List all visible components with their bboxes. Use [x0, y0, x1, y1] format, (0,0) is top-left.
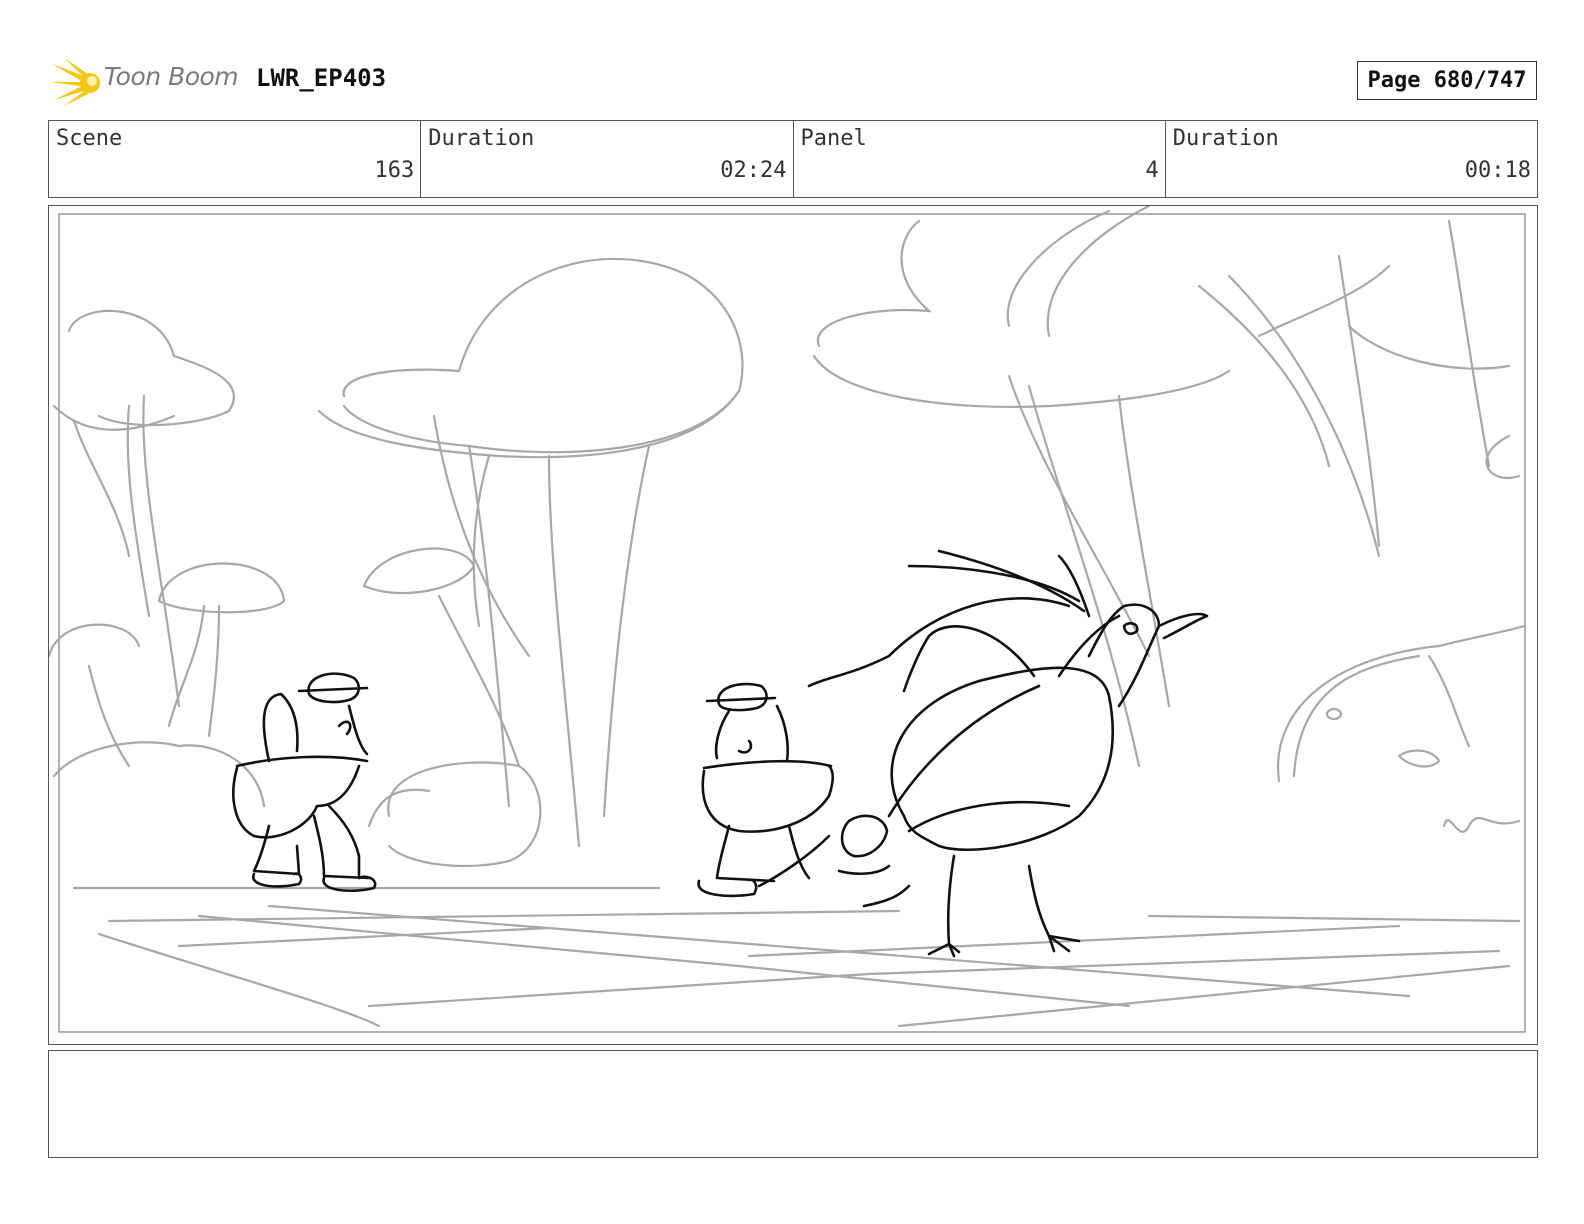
scene-value: 163: [374, 158, 415, 183]
logo-text: Toon Boom: [104, 62, 239, 91]
panel-duration-value: 00:18: [1464, 158, 1531, 183]
storyboard-sketch: [49, 206, 1526, 1033]
page-number: Page 680/747: [1357, 61, 1537, 100]
panel-duration-label: Duration: [1172, 126, 1279, 151]
storyboard-panel: [48, 205, 1538, 1045]
panel-duration-cell: Duration 00:18: [1166, 121, 1537, 197]
panel-notes: [48, 1050, 1538, 1158]
scene-duration-cell: Duration 02:24: [421, 121, 794, 197]
background-forest-sketch: [49, 206, 1526, 1028]
project-title: LWR_EP403: [256, 64, 387, 92]
panel-value: 4: [1145, 158, 1159, 183]
scene-info-row: Scene 163 Duration 02:24 Panel 4 Duratio…: [48, 120, 1538, 198]
panel-cell: Panel 4: [794, 121, 1166, 197]
scene-duration-label: Duration: [428, 126, 535, 151]
scene-duration-value: 02:24: [720, 158, 787, 183]
scene-label: Scene: [56, 126, 123, 151]
scene-cell: Scene 163: [49, 121, 422, 197]
panel-label: Panel: [800, 126, 867, 151]
characters-sketch: [232, 549, 1209, 958]
